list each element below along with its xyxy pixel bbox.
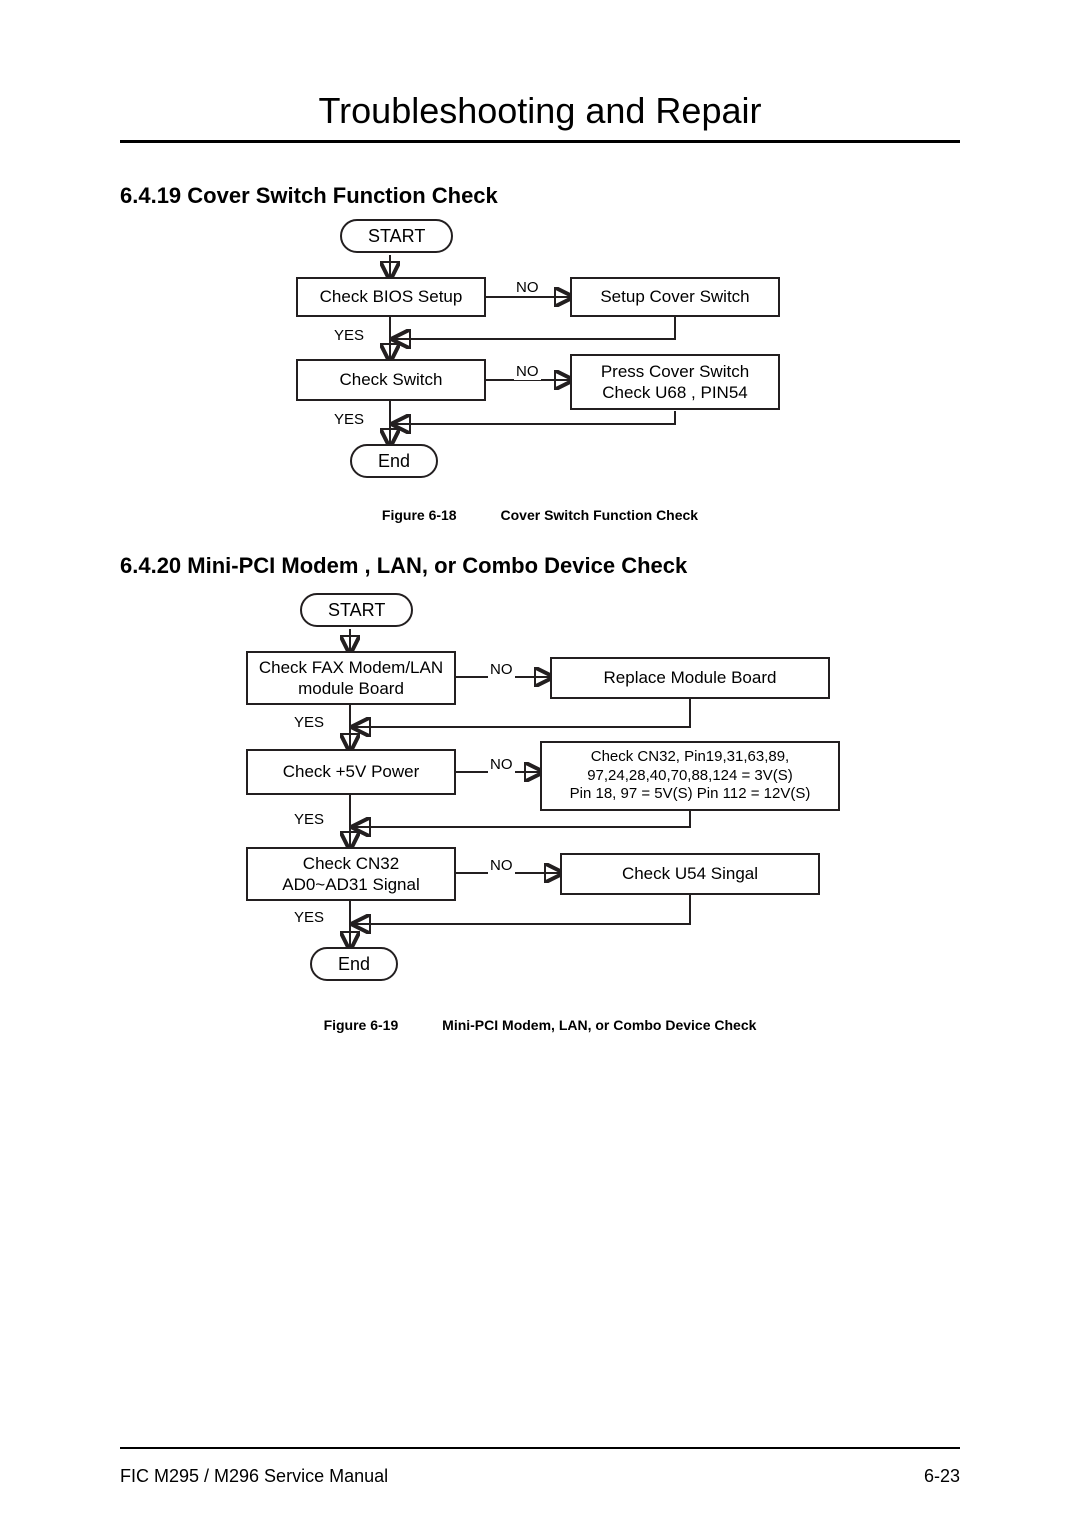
process-check-cn32-pins: Check CN32, Pin19,31,63,89, 97,24,28,40,… [540,741,840,811]
process-check-cn32-signal-l2: AD0~AD31 Signal [282,875,420,894]
process-press-cover-switch: Press Cover Switch Check U68 , PIN54 [570,354,780,410]
flowchart-cover-switch: START Check BIOS Setup Setup Cover Switc… [270,219,810,499]
figure-6-18-caption: Figure 6-18 Cover Switch Function Check [120,507,960,523]
process-check-cn32-pins-l3: Pin 18, 97 = 5V(S) Pin 112 = 12V(S) [570,785,811,802]
process-check-cn32-signal-l1: Check CN32 [303,854,399,873]
start-terminator: START [300,593,413,627]
process-check-cn32-pins-l1: Check CN32, Pin19,31,63,89, [591,748,789,765]
flowchart-mini-pci: START Check FAX Modem/LAN module Board R… [230,589,850,1009]
process-press-cover-switch-l1: Press Cover Switch [601,362,749,381]
edge-label-no: NO [488,857,515,874]
page-footer: FIC M295 / M296 Service Manual 6-23 [120,1466,960,1487]
edge-label-no: NO [514,279,541,296]
footer-left: FIC M295 / M296 Service Manual [120,1466,388,1487]
footer-rule [120,1447,960,1449]
figure-title: Cover Switch Function Check [501,507,699,523]
process-check-switch: Check Switch [296,359,486,401]
start-terminator: START [340,219,453,253]
edge-label-yes: YES [332,327,366,344]
process-setup-cover-switch: Setup Cover Switch [570,277,780,317]
figure-number: Figure 6-19 [324,1017,399,1033]
footer-right: 6-23 [924,1466,960,1487]
figure-6-19-container: START Check FAX Modem/LAN module Board R… [120,589,960,1009]
process-check-u54-signal: Check U54 Singal [560,853,820,895]
page-title: Troubleshooting and Repair [120,90,960,132]
edge-label-no: NO [488,661,515,678]
figure-title: Mini-PCI Modem, LAN, or Combo Device Che… [442,1017,756,1033]
process-check-fax-modem: Check FAX Modem/LAN module Board [246,651,456,705]
end-terminator: End [310,947,398,981]
edge-label-yes: YES [292,714,326,731]
process-check-fax-modem-l2: module Board [298,679,404,698]
process-press-cover-switch-l2: Check U68 , PIN54 [602,383,748,402]
figure-6-18-container: START Check BIOS Setup Setup Cover Switc… [120,219,960,499]
process-check-bios: Check BIOS Setup [296,277,486,317]
process-check-cn32-signal: Check CN32 AD0~AD31 Signal [246,847,456,901]
edge-label-no: NO [514,363,541,380]
figure-6-19-caption: Figure 6-19 Mini-PCI Modem, LAN, or Comb… [120,1017,960,1033]
figure-number: Figure 6-18 [382,507,457,523]
edge-label-yes: YES [292,811,326,828]
process-check-5v-power: Check +5V Power [246,749,456,795]
edge-label-yes: YES [292,909,326,926]
process-check-cn32-pins-l2: 97,24,28,40,70,88,124 = 3V(S) [587,767,793,784]
edge-label-yes: YES [332,411,366,428]
title-rule [120,140,960,143]
process-replace-module-board: Replace Module Board [550,657,830,699]
section-heading-6-4-19: 6.4.19 Cover Switch Function Check [120,183,960,209]
process-check-fax-modem-l1: Check FAX Modem/LAN [259,658,443,677]
end-terminator: End [350,444,438,478]
section-heading-6-4-20: 6.4.20 Mini-PCI Modem , LAN, or Combo De… [120,553,960,579]
edge-label-no: NO [488,756,515,773]
